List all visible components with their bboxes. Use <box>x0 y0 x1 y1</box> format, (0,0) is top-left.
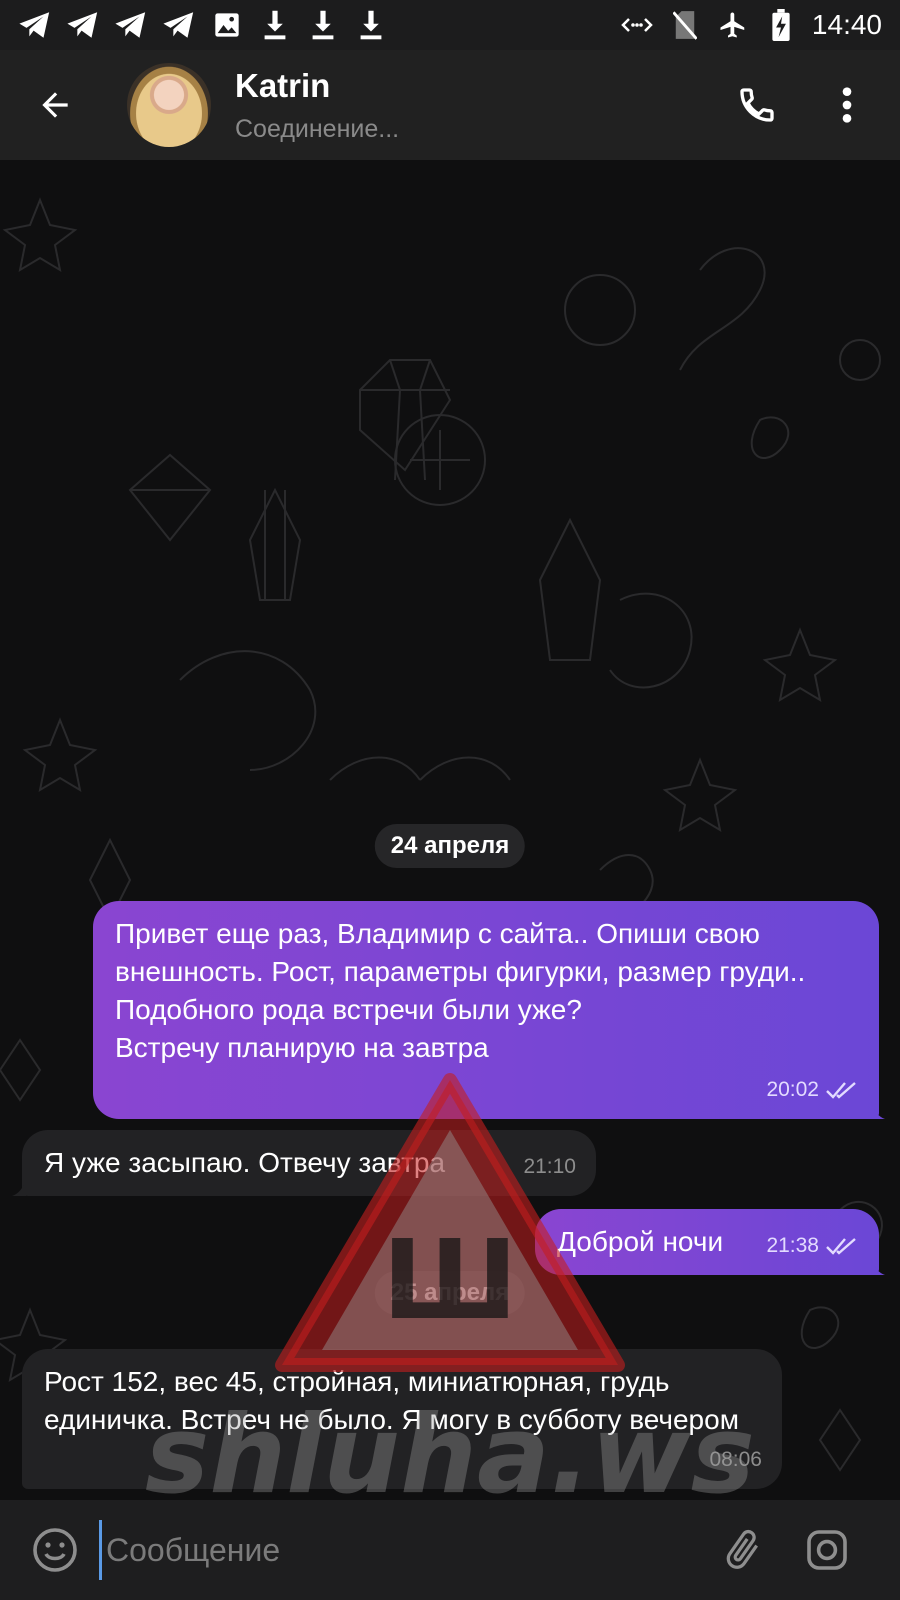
camera-icon <box>807 1530 847 1570</box>
smile-icon <box>33 1528 77 1572</box>
message-time: 20:02 <box>766 1078 819 1101</box>
bubble-tail <box>12 1178 26 1196</box>
connection-status: Соединение... <box>235 114 400 143</box>
telegram-icon <box>18 8 52 42</box>
message-time: 21:10 <box>523 1155 576 1178</box>
download-icon <box>306 8 340 42</box>
double-check-icon <box>826 1238 856 1255</box>
airplane-icon <box>716 8 750 42</box>
back-button[interactable] <box>25 75 85 135</box>
incoming-message[interactable]: Рост 152, вес 45, стройная, миниатюрная,… <box>22 1349 782 1489</box>
telegram-icon <box>114 8 148 42</box>
system-icons: 14:40 <box>620 8 882 42</box>
battery-charging-icon <box>764 8 798 42</box>
arrow-left-icon <box>42 92 68 118</box>
message-list[interactable]: 24 апреля Привет еще раз, Владимир с сай… <box>0 160 900 1500</box>
message-meta: 21:38 <box>766 1227 859 1265</box>
date-divider: 24 апреля <box>374 824 526 868</box>
emoji-button[interactable] <box>27 1522 83 1578</box>
message-text: Рост 152, вес 45, стройная, миниатюрная,… <box>44 1366 739 1435</box>
phone-icon <box>740 88 774 122</box>
message-input[interactable] <box>99 1520 679 1580</box>
chat-header: Katrin Соединение... <box>0 50 900 160</box>
message-text: Привет еще раз, Владимир с сайта.. Опиши… <box>115 918 806 1063</box>
more-vert-icon <box>842 87 852 123</box>
more-menu-button[interactable] <box>822 80 872 130</box>
message-text: Я уже засыпаю. Отвечу завтра <box>44 1147 446 1178</box>
double-check-icon <box>826 1082 856 1099</box>
outgoing-message[interactable]: Привет еще раз, Владимир с сайта.. Опиши… <box>93 901 879 1119</box>
download-icon <box>354 8 388 42</box>
data-saver-icon <box>620 8 654 42</box>
bubble-tail <box>871 1257 885 1275</box>
clock: 14:40 <box>811 9 882 40</box>
notification-icons <box>18 8 388 42</box>
camera-button[interactable] <box>799 1522 855 1578</box>
chat-title-block[interactable]: Katrin Соединение... <box>235 67 399 144</box>
attach-button[interactable] <box>715 1522 771 1578</box>
chat-title: Katrin <box>235 66 331 104</box>
status-bar: 14:40 <box>0 0 900 50</box>
image-icon <box>210 8 244 42</box>
paperclip-icon <box>726 1529 758 1569</box>
message-time: 21:38 <box>766 1234 819 1257</box>
message-composer <box>0 1500 900 1600</box>
incoming-message[interactable]: Я уже засыпаю. Отвечу завтра 21:10 <box>22 1130 596 1196</box>
download-icon <box>258 8 292 42</box>
call-button[interactable] <box>732 80 782 130</box>
no-sim-icon <box>668 8 702 42</box>
message-time: 08:06 <box>709 1448 762 1471</box>
avatar[interactable] <box>127 63 211 147</box>
date-divider: 25 апреля <box>374 1271 526 1315</box>
message-meta: 20:02 <box>766 1071 859 1109</box>
telegram-icon <box>162 8 196 42</box>
bubble-tail <box>871 1101 885 1119</box>
outgoing-message[interactable]: Доброй ночи 21:38 <box>535 1209 879 1275</box>
telegram-icon <box>66 8 100 42</box>
